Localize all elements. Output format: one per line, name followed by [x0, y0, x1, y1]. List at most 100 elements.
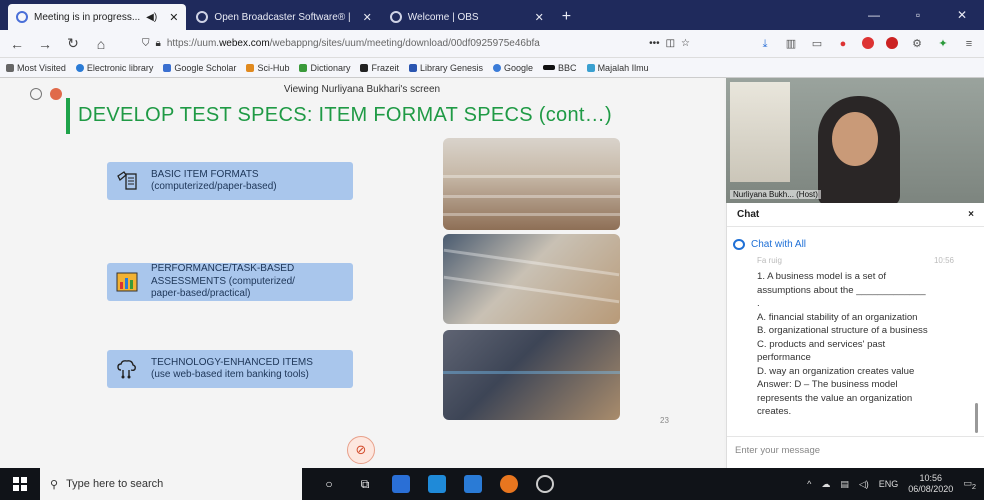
reload-icon[interactable]: ↻ — [64, 35, 82, 52]
url-text[interactable]: https://uum.webex.com/webappng/sites/uum… — [167, 38, 643, 49]
chart-board-icon — [116, 272, 138, 292]
bookmark-dictionary[interactable]: Dictionary — [299, 63, 350, 73]
taskbar-search[interactable]: ⚲ Type here to search — [40, 468, 302, 500]
recording-icon[interactable] — [50, 88, 62, 100]
bookmark-most-visited[interactable]: Most Visited — [6, 63, 66, 73]
chat-line: represents the value an organization — [757, 392, 913, 404]
bookmark-library-genesis[interactable]: Library Genesis — [408, 63, 483, 73]
system-tray: ^ ☁ ▤ ◁) ENG 10:56 06/08/2020 ▭2 — [807, 473, 984, 495]
page-actions-icon[interactable]: ••• — [649, 38, 660, 49]
bookmark-sci-hub[interactable]: Sci-Hub — [246, 63, 289, 73]
shield-icon[interactable]: ⛉ — [142, 38, 150, 49]
network-icon[interactable]: ▤ — [840, 479, 849, 490]
window-controls: — ▫ ✕ — [852, 0, 984, 30]
close-chat-button[interactable]: × — [968, 209, 974, 220]
chat-line: creates. — [757, 406, 792, 417]
mail-icon[interactable] — [464, 475, 482, 493]
lock-icon: 🔒︎ — [155, 38, 161, 49]
close-tab-icon[interactable]: ✕ — [169, 11, 178, 24]
cloud-icon[interactable]: ☁ — [821, 479, 830, 490]
exam-hall-photo — [443, 138, 620, 230]
bookmark-google-scholar[interactable]: Google Scholar — [163, 63, 236, 73]
tab-meeting[interactable]: Meeting is in progress... ◀) ✕ — [8, 4, 187, 30]
technology-devices-photo — [443, 330, 620, 420]
volume-icon[interactable]: ◁) — [859, 479, 869, 490]
download-icon[interactable]: ⤓ — [758, 37, 772, 51]
extension-green-icon[interactable]: ✦ — [936, 37, 950, 51]
chat-line: D. way an organization creates value — [757, 365, 915, 377]
bbc-icon — [543, 65, 556, 70]
tab-label: Open Broadcaster Software® | — [214, 11, 351, 23]
chat-line: B. organizational structure of a busines… — [757, 325, 928, 336]
sidebar-icon[interactable]: ▭ — [810, 37, 824, 51]
viewing-banner: Viewing Nurliyana Bukhari's screen — [283, 84, 441, 95]
mute-microphone-icon: ⊘ — [355, 442, 367, 457]
webex-favicon-icon — [16, 11, 28, 23]
bookmark-majalah-ilmu[interactable]: Majalah Ilmu — [586, 63, 649, 73]
windows-taskbar: ⚲ Type here to search ○ ⧉ ^ ☁ ▤ ◁) ENG 1… — [0, 468, 984, 500]
bookmark-google[interactable]: Google — [493, 63, 533, 73]
navigation-toolbar: ← → ↻ ⌂ ⛉ 🔒︎ https://uum.webex.com/webap… — [0, 30, 984, 58]
firefox-icon[interactable] — [500, 475, 518, 493]
url-bar[interactable]: ⛉ 🔒︎ https://uum.webex.com/webappng/site… — [136, 34, 696, 54]
chat-line: . — [757, 298, 760, 309]
new-tab-button[interactable]: + — [554, 4, 579, 30]
chat-message: 1. A business model is a set of assumpti… — [727, 266, 984, 419]
obs-icon[interactable] — [536, 475, 554, 493]
participant-video[interactable]: Nurliyana Bukh... (Host) — [726, 78, 984, 203]
extension-gear-icon[interactable]: ⚙ — [910, 37, 924, 51]
bookmark-electronic-library[interactable]: Electronic library — [75, 63, 153, 73]
bookmark-star-icon[interactable]: ☆ — [681, 38, 690, 49]
minimize-button[interactable]: — — [852, 0, 896, 30]
menu-icon[interactable]: ≡ — [962, 37, 976, 51]
home-icon[interactable]: ⌂ — [92, 36, 110, 52]
pocket-icon[interactable]: ◫ — [666, 38, 675, 49]
bookmark-bbc[interactable]: BBC — [543, 63, 577, 73]
background-window — [730, 82, 790, 182]
audio-icon[interactable]: ◀) — [146, 12, 157, 23]
majalah-icon — [586, 63, 595, 72]
cloud-network-icon — [117, 360, 136, 379]
clock-date: 06/08/2020 — [908, 484, 954, 494]
back-arrow-icon[interactable]: ← — [8, 36, 26, 52]
chevron-up-icon[interactable]: ^ — [807, 479, 811, 489]
maximize-button[interactable]: ▫ — [896, 0, 940, 30]
chat-header: Chat × — [727, 203, 984, 227]
task-view-icon[interactable]: ⧉ — [356, 475, 374, 493]
adblock-icon[interactable] — [862, 36, 874, 49]
stop-sharing-button[interactable]: ⊘ — [347, 436, 375, 464]
close-tab-icon[interactable]: ✕ — [535, 11, 544, 24]
chat-scrollbar[interactable] — [975, 403, 978, 433]
participant-name: Nurliyana Bukh... (Host) — [730, 190, 821, 199]
pinned-apps: ○ ⧉ — [320, 475, 554, 493]
close-window-button[interactable]: ✕ — [940, 0, 984, 30]
bookmark-frazeit[interactable]: Frazeit — [360, 63, 399, 73]
chat-line: 1. A business model is a set of — [757, 271, 887, 282]
tab-label: Meeting is in progress... — [34, 11, 141, 23]
extension-icon[interactable]: ● — [836, 37, 850, 51]
cortana-icon[interactable]: ○ — [320, 475, 338, 493]
slide-title: DEVELOP TEST SPECS: ITEM FORMAT SPECS (c… — [78, 104, 612, 126]
item-format-performance: PERFORMANCE/TASK-BASED ASSESSMENTS (comp… — [107, 263, 353, 301]
extension-red-icon[interactable] — [886, 36, 898, 49]
store-icon[interactable] — [428, 475, 446, 493]
close-tab-icon[interactable]: ✕ — [363, 11, 372, 24]
chat-with-label: Chat with All — [751, 239, 807, 250]
forward-arrow-icon[interactable]: → — [36, 36, 54, 52]
clock[interactable]: 10:56 06/08/2020 — [908, 473, 953, 495]
calculator-icon[interactable] — [392, 475, 410, 493]
tab-obs-broadcaster[interactable]: Open Broadcaster Software® | ✕ — [188, 4, 379, 30]
notification-icon[interactable]: ▭2 — [963, 478, 976, 491]
tab-obs-welcome[interactable]: Welcome | OBS ✕ — [382, 4, 552, 30]
chat-bubble-icon — [733, 239, 745, 250]
chat-with-all[interactable]: Chat with All — [727, 227, 984, 256]
info-icon[interactable] — [30, 88, 42, 100]
library-icon[interactable]: ▥ — [784, 37, 798, 51]
bird-icon — [246, 63, 255, 72]
slide-controls — [30, 88, 62, 100]
language-indicator[interactable]: ENG — [879, 479, 899, 489]
item-format-heading: BASIC ITEM FORMATS — [151, 168, 259, 180]
start-button[interactable] — [0, 468, 40, 500]
chat-message-input[interactable]: Enter your message — [727, 436, 984, 468]
search-icon: ⚲ — [50, 478, 59, 491]
